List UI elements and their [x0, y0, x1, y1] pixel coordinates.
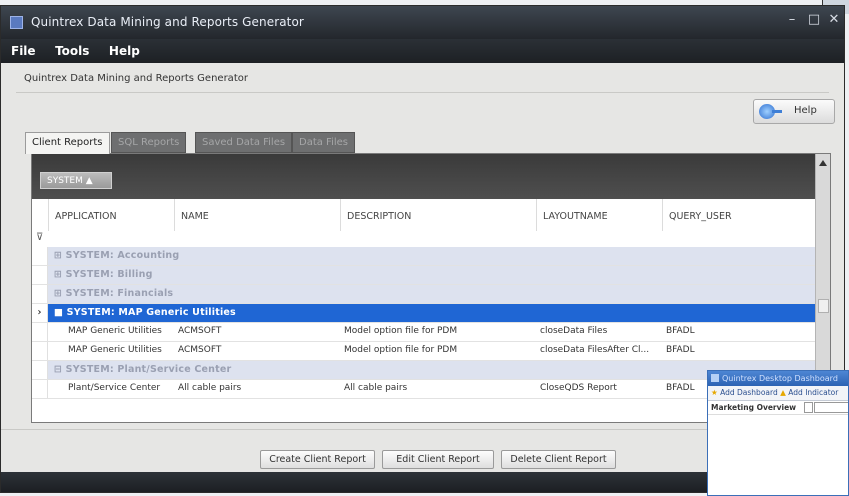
column-header-layoutname[interactable]: LAYOUTNAME: [536, 199, 662, 231]
table-row[interactable]: MAP Generic Utilities ACMSOFT Model opti…: [32, 323, 817, 342]
column-header-description[interactable]: DESCRIPTION: [340, 199, 536, 231]
cell-query-user: BFADL: [666, 383, 695, 393]
table-row[interactable]: Plant/Service Center All cable pairs All…: [32, 380, 817, 399]
add-indicator-icon: ▲: [780, 388, 786, 397]
cell-name: ACMSOFT: [178, 326, 222, 336]
group-chip-system[interactable]: SYSTEM ▲: [40, 172, 112, 189]
delete-client-report-button[interactable]: Delete Client Report: [501, 450, 616, 469]
group-row-map-generic-utilities[interactable]: › ■ SYSTEM: MAP Generic Utilities: [32, 304, 817, 323]
column-header-application[interactable]: APPLICATION: [48, 199, 174, 231]
cell-name: All cable pairs: [178, 383, 242, 393]
dashboard-selector-input[interactable]: [814, 402, 848, 413]
group-label: ⊞ SYSTEM: Financials: [54, 288, 174, 299]
help-globe-icon: [759, 104, 782, 119]
title-bar[interactable]: Quintrex Data Mining and Reports Generat…: [1, 6, 844, 39]
add-dashboard-button[interactable]: Add Dashboard: [720, 388, 778, 397]
cell-description: Model option file for PDM: [344, 345, 458, 355]
cell-description: All cable pairs: [344, 383, 408, 393]
minimize-button[interactable]: –: [784, 12, 800, 28]
tab-client-reports[interactable]: Client Reports: [25, 132, 110, 154]
create-client-report-button[interactable]: Create Client Report: [260, 450, 375, 469]
scroll-up-arrow-icon[interactable]: [819, 160, 827, 166]
menu-help[interactable]: Help: [101, 39, 148, 58]
close-button[interactable]: ✕: [826, 12, 842, 28]
page-subtitle: Quintrex Data Mining and Reports Generat…: [24, 73, 248, 84]
row-gutter: [32, 380, 48, 398]
tab-sql-reports[interactable]: SQL Reports: [111, 132, 187, 153]
app-icon: [10, 16, 23, 29]
group-label: ■ SYSTEM: MAP Generic Utilities: [54, 307, 236, 318]
divider: [16, 92, 829, 93]
table-row[interactable]: MAP Generic Utilities ACMSOFT Model opti…: [32, 342, 817, 361]
scrollbar-thumb[interactable]: [818, 299, 829, 313]
tab-data-files[interactable]: Data Files: [292, 132, 355, 153]
filter-row[interactable]: ⊽: [32, 231, 817, 248]
cell-application: MAP Generic Utilities: [68, 345, 162, 355]
grid-header: APPLICATION NAME DESCRIPTION LAYOUTNAME …: [32, 199, 817, 232]
row-gutter: [32, 361, 48, 379]
add-indicator-button[interactable]: Add Indicator: [788, 388, 838, 397]
group-row-accounting[interactable]: ⊞ SYSTEM: Accounting: [32, 247, 817, 266]
dashboard-title-bar[interactable]: Quintrex Desktop Dashboard: [708, 371, 848, 386]
row-gutter: [32, 342, 48, 360]
row-gutter: [32, 323, 48, 341]
menu-tools[interactable]: Tools: [47, 39, 97, 58]
cell-layoutname: closeData Files: [540, 326, 608, 336]
cell-layoutname: CloseQDS Report: [540, 383, 617, 393]
group-row-plant-service-center[interactable]: ⊟ SYSTEM: Plant/Service Center: [32, 361, 817, 380]
group-label: ⊞ SYSTEM: Accounting: [54, 250, 180, 261]
group-by-area: SYSTEM ▲: [32, 154, 830, 199]
maximize-button[interactable]: □: [806, 12, 822, 28]
column-header-name[interactable]: NAME: [174, 199, 340, 231]
row-gutter: [32, 247, 48, 265]
dashboard-window[interactable]: Quintrex Desktop Dashboard ★ Add Dashboa…: [707, 370, 849, 496]
desktop-background: Quintrex Data Mining and Reports Generat…: [0, 0, 849, 496]
row-gutter: [32, 266, 48, 284]
dashboard-selector-toggle[interactable]: [804, 402, 813, 413]
dashboard-selector-label: Marketing Overview: [711, 403, 797, 412]
window-title: Quintrex Data Mining and Reports Generat…: [31, 15, 304, 29]
group-label: ⊞ SYSTEM: Billing: [54, 269, 153, 280]
cell-application: MAP Generic Utilities: [68, 326, 162, 336]
cell-layoutname: closeData FilesAfter Cl...: [540, 345, 650, 355]
cell-name: ACMSOFT: [178, 345, 222, 355]
row-current-marker: ›: [32, 304, 48, 322]
dashboard-toolbar: ★ Add Dashboard ▲ Add Indicator: [708, 386, 848, 401]
tab-saved-data-files[interactable]: Saved Data Files: [195, 132, 293, 153]
grid-rows: ⊞ SYSTEM: Accounting ⊞ SYSTEM: Billing ⊞…: [32, 247, 817, 399]
dashboard-selector-row: Marketing Overview: [708, 401, 848, 414]
add-dashboard-star-icon: ★: [711, 388, 718, 397]
group-row-financials[interactable]: ⊞ SYSTEM: Financials: [32, 285, 817, 304]
menu-bar: File Tools Help: [1, 39, 844, 63]
help-button-label: Help: [794, 105, 817, 116]
group-label: ⊟ SYSTEM: Plant/Service Center: [54, 364, 232, 375]
cell-application: Plant/Service Center: [68, 383, 161, 393]
row-gutter: [32, 285, 48, 303]
column-header-query-user[interactable]: QUERY_USER: [662, 199, 817, 231]
dashboard-content: [708, 414, 848, 495]
filter-funnel-icon: ⊽: [36, 232, 44, 243]
group-row-billing[interactable]: ⊞ SYSTEM: Billing: [32, 266, 817, 285]
cell-query-user: BFADL: [666, 345, 695, 355]
menu-file[interactable]: File: [1, 39, 44, 58]
cell-query-user: BFADL: [666, 326, 695, 336]
cell-description: Model option file for PDM: [344, 326, 458, 336]
help-button[interactable]: Help: [753, 99, 835, 124]
edit-client-report-button[interactable]: Edit Client Report: [382, 450, 494, 469]
